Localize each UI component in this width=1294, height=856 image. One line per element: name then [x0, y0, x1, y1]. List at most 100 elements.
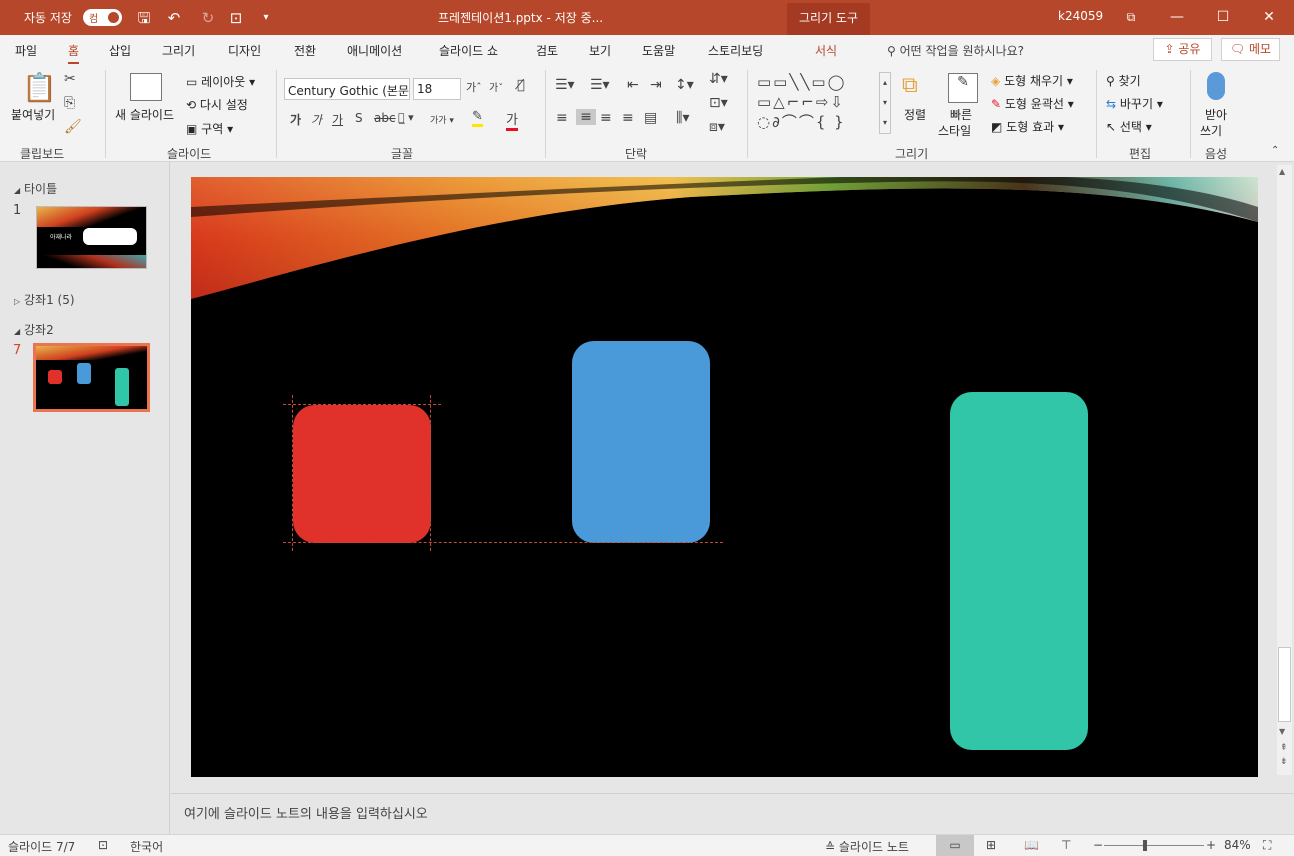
underline-icon[interactable]: 가 [332, 111, 343, 128]
tab-transitions[interactable]: 전환 [294, 42, 316, 59]
decrease-font-size-icon[interactable]: 가ˇ [489, 79, 503, 94]
zoom-level[interactable]: 84% [1224, 838, 1251, 852]
notes-pane[interactable]: 여기에 슬라이드 노트의 내용을 입력하십시오 [171, 793, 1294, 834]
new-slide-button[interactable]: 새 슬라이드 [115, 106, 174, 123]
quick-styles-icon[interactable]: ✎ [948, 73, 978, 103]
undo-icon[interactable]: ↶ [164, 8, 184, 28]
copy-icon[interactable]: ⎘ [64, 95, 75, 111]
fit-to-window-icon[interactable]: ⛶ [1263, 838, 1271, 853]
scroll-up-icon[interactable]: ▲ [1279, 167, 1285, 176]
slide-canvas[interactable] [191, 177, 1258, 777]
shadow-icon[interactable]: S [355, 111, 363, 125]
quick-styles-label-1[interactable]: 빠른 [950, 106, 972, 123]
line-spacing-icon[interactable]: ↕▾ [675, 77, 694, 93]
minimize-icon[interactable]: — [1154, 0, 1200, 35]
user-name[interactable]: k24059 [1058, 9, 1103, 23]
columns-icon[interactable]: ⫼▾ [676, 110, 689, 126]
slide-thumbnail-7[interactable] [33, 343, 150, 412]
tab-storyboarding[interactable]: 스토리보딩 [708, 42, 763, 59]
tell-me-search[interactable]: ⚲ 어떤 작업을 원하시나요? [887, 42, 1024, 59]
tab-design[interactable]: 디자인 [228, 42, 261, 59]
bold-icon[interactable]: 가 [290, 111, 301, 128]
tab-format[interactable]: 서식 [815, 42, 837, 59]
tab-view[interactable]: 보기 [589, 42, 611, 59]
zoom-slider-thumb[interactable] [1143, 840, 1147, 851]
scroll-thumb[interactable] [1278, 647, 1291, 722]
replace-button[interactable]: ⇆ 바꾸기 ▾ [1106, 95, 1163, 112]
change-case-icon[interactable]: 가가 ▾ [430, 113, 454, 126]
paste-button[interactable]: 붙여넣기 [11, 106, 55, 123]
tab-file[interactable]: 파일 [15, 42, 37, 59]
align-center-icon[interactable]: ≡ [576, 109, 596, 125]
character-spacing-icon[interactable]: 가̲ ▾ [398, 111, 414, 124]
arrange-button[interactable]: 정렬 [904, 106, 926, 123]
shape-effects-button[interactable]: ◩ 도형 효과 ▾ [991, 118, 1064, 135]
numbering-icon[interactable]: ☰▾ [590, 77, 610, 93]
font-family-select[interactable]: Century Gothic (본문 [284, 78, 410, 100]
find-button[interactable]: ⚲ 찾기 [1106, 72, 1141, 89]
section-title[interactable]: ◢ 타이틀 [14, 180, 57, 197]
shapes-gallery-scroll[interactable]: ▴ ▾ ▾ [879, 72, 891, 134]
arrange-icon[interactable]: ⧉ [902, 73, 918, 98]
zoom-out-icon[interactable]: − [1093, 838, 1103, 852]
distributed-icon[interactable]: ▤ [644, 110, 657, 126]
align-right-icon[interactable]: ≡ [600, 110, 612, 126]
zoom-in-icon[interactable]: + [1206, 838, 1216, 852]
tab-insert[interactable]: 삽입 [109, 42, 131, 59]
increase-font-size-icon[interactable]: 가ˆ [466, 79, 482, 95]
tab-review[interactable]: 검토 [536, 42, 558, 59]
tab-animations[interactable]: 애니메이션 [347, 42, 402, 59]
green-rounded-rectangle[interactable] [950, 392, 1088, 750]
maximize-icon[interactable]: ☐ [1200, 0, 1246, 35]
zoom-slider[interactable] [1104, 845, 1204, 846]
section-button[interactable]: ▣ 구역 ▾ [186, 120, 233, 137]
decrease-indent-icon[interactable]: ⇤ [627, 77, 639, 93]
align-left-icon[interactable]: ≡ [556, 110, 568, 126]
convert-smartart-icon[interactable]: ⧈▾ [709, 119, 725, 135]
strikethrough-icon[interactable]: abc [374, 111, 396, 125]
dictate-label-2[interactable]: 쓰기 [1200, 122, 1222, 139]
slideshow-view-icon[interactable]: ⊤ [1061, 838, 1071, 852]
format-painter-icon[interactable]: 🖌 [64, 119, 82, 135]
font-color-icon[interactable]: 가 [506, 109, 518, 131]
redo-icon[interactable]: ↻ [198, 8, 218, 28]
bullets-icon[interactable]: ☰▾ [555, 77, 575, 93]
microphone-icon[interactable] [1207, 72, 1225, 100]
text-direction-icon[interactable]: ⇵▾ [709, 71, 728, 87]
reset-button[interactable]: ⟲ 다시 설정 [186, 96, 248, 113]
tab-help[interactable]: 도움말 [642, 42, 675, 59]
italic-icon[interactable]: 가 [311, 111, 322, 128]
highlight-color-icon[interactable]: ✎ [472, 109, 483, 127]
scroll-down-icon[interactable]: ▼ [1279, 727, 1285, 736]
share-button[interactable]: ⇪ 공유 [1153, 38, 1212, 61]
slide-sorter-icon[interactable]: ⊞ [986, 838, 996, 852]
save-icon[interactable]: 🖫 [134, 8, 154, 28]
section-lecture1[interactable]: ▷ 강좌1 (5) [14, 291, 75, 308]
close-icon[interactable]: ✕ [1246, 0, 1292, 35]
cut-icon[interactable]: ✂ [64, 71, 76, 87]
comments-button[interactable]: 🗨 메모 [1221, 38, 1280, 61]
justify-icon[interactable]: ≡ [622, 110, 634, 126]
notes-toggle-button[interactable]: ≙ 슬라이드 노트 [825, 838, 909, 855]
font-size-select[interactable]: 18 [413, 78, 461, 100]
ribbon-display-options-icon[interactable]: ⧉ [1108, 0, 1154, 35]
select-button[interactable]: ↖ 선택 ▾ [1106, 118, 1152, 135]
align-text-icon[interactable]: ⊡▾ [709, 95, 728, 111]
section-lecture2[interactable]: ◢ 강좌2 [14, 321, 54, 338]
dictate-label-1[interactable]: 받아 [1205, 106, 1227, 123]
autosave-toggle[interactable]: 컴 [83, 9, 122, 26]
quick-styles-label-2[interactable]: 스타일 [938, 122, 971, 139]
new-slide-icon[interactable] [130, 73, 162, 101]
shape-outline-button[interactable]: ✎ 도형 윤곽선 ▾ [991, 95, 1074, 112]
previous-slide-icon[interactable]: ⇞ [1280, 743, 1288, 753]
reading-view-icon[interactable]: 📖 [1024, 838, 1039, 852]
tab-draw[interactable]: 그리기 [162, 42, 195, 59]
shape-fill-button[interactable]: ◈ 도형 채우기 ▾ [991, 72, 1073, 89]
customize-qat-icon[interactable]: ▾ [256, 8, 276, 28]
increase-indent-icon[interactable]: ⇥ [650, 77, 662, 93]
red-rounded-rectangle[interactable] [293, 405, 431, 543]
language-indicator[interactable]: 한국어 [130, 838, 163, 855]
start-slideshow-icon[interactable]: ⊡ [226, 8, 246, 28]
layout-button[interactable]: ▭ 레이아웃 ▾ [186, 73, 255, 90]
accessibility-icon[interactable]: ⊡ [98, 838, 108, 852]
